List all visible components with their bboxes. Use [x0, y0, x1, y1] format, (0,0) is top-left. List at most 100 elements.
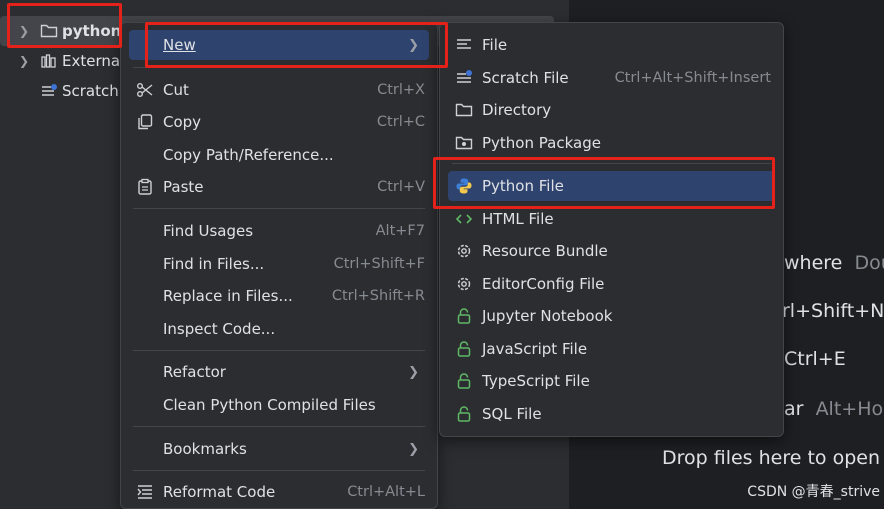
- menu-item-shortcut: Alt+F7: [375, 223, 425, 239]
- submenu-item-python-package[interactable]: Python Package: [448, 128, 775, 158]
- submenu-item-scratch-file[interactable]: Scratch File Ctrl+Alt+Shift+Insert: [448, 63, 775, 93]
- hint-text: ar: [784, 398, 804, 420]
- menu-separator: [133, 350, 425, 351]
- menu-item-label: Bookmarks: [163, 440, 247, 458]
- menu-item-shortcut: Ctrl+X: [377, 82, 425, 98]
- menu-item-label: New: [163, 36, 196, 54]
- menu-item-find-in-files[interactable]: Find in Files... Ctrl+Shift+F: [129, 249, 429, 279]
- hint-text: where: [784, 252, 843, 274]
- tree-item-scratches[interactable]: Scratch: [0, 76, 119, 106]
- hint-text: rl+Shift+N: [782, 300, 884, 322]
- menu-item-label: Python Package: [482, 134, 601, 152]
- hint-key: Alt+Ho: [815, 398, 884, 420]
- chevron-right-icon[interactable]: ❯: [16, 24, 32, 38]
- menu-item-shortcut: Ctrl+Shift+F: [333, 256, 425, 272]
- submenu-item-resource-bundle[interactable]: Resource Bundle: [448, 236, 775, 266]
- lock-icon: [455, 340, 473, 358]
- hint-go-to-file: rl+Shift+N: [782, 300, 884, 322]
- menu-item-new[interactable]: New ❯: [129, 30, 429, 60]
- copy-icon: [136, 113, 154, 131]
- menu-item-copy-path[interactable]: Copy Path/Reference...: [129, 140, 429, 170]
- menu-item-inspect-code[interactable]: Inspect Code...: [129, 314, 429, 344]
- menu-separator: [133, 67, 425, 68]
- lock-icon: [455, 372, 473, 390]
- chevron-right-icon: ❯: [408, 441, 419, 457]
- folder-icon: [455, 101, 473, 119]
- submenu-item-file[interactable]: File: [448, 30, 775, 60]
- menu-item-clean-compiled[interactable]: Clean Python Compiled Files: [129, 390, 429, 420]
- package-folder-icon: [455, 134, 473, 152]
- context-menu: New ❯ Cut Ctrl+X Copy Ctrl+C Copy Path/R…: [120, 22, 438, 509]
- menu-item-shortcut: Ctrl+Alt+L: [347, 484, 425, 500]
- hint-search-everywhere: where Dou: [784, 252, 884, 274]
- menu-item-shortcut: Ctrl+Alt+Shift+Insert: [614, 70, 771, 86]
- hint-recent-files: Ctrl+E: [784, 348, 846, 370]
- reformat-icon: [136, 483, 154, 501]
- hint-navigation-bar: ar Alt+Ho: [784, 398, 883, 420]
- menu-item-label: Directory: [482, 101, 552, 119]
- menu-item-shortcut: Ctrl+Shift+R: [331, 288, 425, 304]
- clipboard-icon: [136, 178, 154, 196]
- menu-item-cut[interactable]: Cut Ctrl+X: [129, 75, 429, 105]
- menu-item-copy[interactable]: Copy Ctrl+C: [129, 107, 429, 137]
- new-submenu: File Scratch File Ctrl+Alt+Shift+Insert …: [439, 22, 784, 437]
- menu-item-label: File: [482, 36, 508, 54]
- scissors-icon: [136, 81, 154, 99]
- menu-item-label: Jupyter Notebook: [482, 307, 613, 325]
- lock-icon: [455, 307, 473, 325]
- menu-item-find-usages[interactable]: Find Usages Alt+F7: [129, 216, 429, 246]
- tree-item-external-libraries[interactable]: ❯ Externa: [0, 46, 120, 76]
- menu-item-label: Resource Bundle: [482, 242, 608, 260]
- menu-item-shortcut: Ctrl+V: [377, 179, 425, 195]
- submenu-item-python-file[interactable]: Python File: [448, 171, 775, 201]
- submenu-item-sql[interactable]: SQL File: [448, 399, 775, 429]
- menu-separator: [452, 163, 771, 164]
- menu-item-label: TypeScript File: [482, 372, 590, 390]
- watermark: CSDN @青春_strive: [747, 484, 880, 500]
- gear-icon: [455, 242, 473, 260]
- menu-item-label: Python File: [482, 177, 564, 195]
- gear-icon: [455, 275, 473, 293]
- text-file-icon: [455, 36, 473, 54]
- menu-separator: [133, 208, 425, 209]
- scratch-file-icon: [455, 69, 473, 87]
- menu-item-label: Clean Python Compiled Files: [163, 396, 376, 414]
- submenu-item-javascript[interactable]: JavaScript File: [448, 334, 775, 364]
- menu-item-label: Find in Files...: [163, 255, 265, 273]
- chevron-right-icon[interactable]: ❯: [16, 54, 32, 68]
- menu-item-label: EditorConfig File: [482, 275, 605, 293]
- menu-item-label: Paste: [163, 178, 204, 196]
- menu-item-label: Copy: [163, 113, 202, 131]
- submenu-item-jupyter[interactable]: Jupyter Notebook: [448, 301, 775, 331]
- menu-item-refactor[interactable]: Refactor ❯: [129, 357, 429, 387]
- lock-icon: [455, 405, 473, 423]
- tree-item-label: Externa: [62, 52, 121, 70]
- hint-drop-files: Drop files here to open: [662, 447, 880, 469]
- menu-item-label: Inspect Code...: [163, 320, 276, 338]
- submenu-item-directory[interactable]: Directory: [448, 95, 775, 125]
- chevron-right-icon: ❯: [408, 364, 419, 380]
- submenu-item-html-file[interactable]: HTML File: [448, 204, 775, 234]
- menu-item-label: Refactor: [163, 363, 226, 381]
- menu-item-reformat-code[interactable]: Reformat Code Ctrl+Alt+L: [129, 477, 429, 507]
- hint-text: Ctrl+E: [784, 348, 846, 370]
- html-tag-icon: [455, 210, 473, 228]
- menu-item-label: Find Usages: [163, 222, 254, 240]
- menu-item-label: Scratch File: [482, 69, 569, 87]
- menu-separator: [133, 426, 425, 427]
- chevron-right-icon: ❯: [408, 37, 419, 53]
- menu-item-label: HTML File: [482, 210, 554, 228]
- menu-item-paste[interactable]: Paste Ctrl+V: [129, 172, 429, 202]
- menu-item-bookmarks[interactable]: Bookmarks ❯: [129, 434, 429, 464]
- menu-item-label: Cut: [163, 81, 189, 99]
- submenu-item-typescript[interactable]: TypeScript File: [448, 366, 775, 396]
- folder-icon: [40, 23, 58, 39]
- scratch-icon: [40, 83, 58, 99]
- menu-item-label: Reformat Code: [163, 483, 276, 501]
- hint-key: Dou: [854, 252, 884, 274]
- hint-text: Drop files here to open: [662, 447, 881, 469]
- python-logo-icon: [455, 177, 473, 195]
- library-icon: [40, 53, 58, 69]
- submenu-item-editorconfig[interactable]: EditorConfig File: [448, 269, 775, 299]
- menu-item-replace-in-files[interactable]: Replace in Files... Ctrl+Shift+R: [129, 281, 429, 311]
